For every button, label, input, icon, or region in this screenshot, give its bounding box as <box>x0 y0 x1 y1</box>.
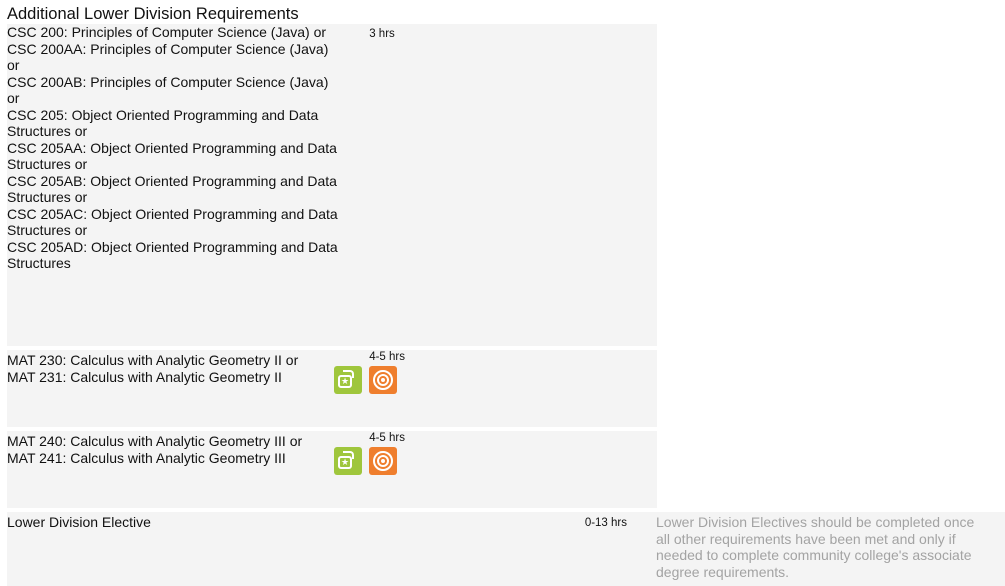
course-list: Lower Division Elective <box>7 514 342 531</box>
general-education-badge-icon[interactable]: ★ <box>334 447 362 475</box>
target-badge-icon[interactable] <box>369 366 397 394</box>
section-title: Additional Lower Division Requirements <box>7 5 299 23</box>
requirement-note: Lower Division Electives should be compl… <box>650 512 1005 586</box>
course-option: CSC 205AD: Object Oriented Programming a… <box>7 238 338 272</box>
course-option: CSC 205: Object Oriented Programming and… <box>7 106 319 140</box>
credit-hours: 3 hrs <box>369 28 395 40</box>
course-option: MAT 230: Calculus with Analytic Geometry… <box>7 352 299 368</box>
requirement-row: MAT 230: Calculus with Analytic Geometry… <box>7 350 657 427</box>
course-option: MAT 231: Calculus with Analytic Geometry… <box>7 368 282 385</box>
general-education-badge-icon[interactable]: ★ <box>334 366 362 394</box>
course-list: MAT 240: Calculus with Analytic Geometry… <box>7 433 337 466</box>
course-list: CSC 200: Principles of Computer Science … <box>7 24 342 272</box>
course-option: CSC 205AB: Object Oriented Programming a… <box>7 172 337 206</box>
credit-hours: 4-5 hrs <box>369 351 405 363</box>
requirement-row: Lower Division Elective 0-13 hrs <box>7 512 650 586</box>
course-option: CSC 200AB: Principles of Computer Scienc… <box>7 73 329 107</box>
course-option: MAT 241: Calculus with Analytic Geometry… <box>7 449 286 466</box>
course-option: MAT 240: Calculus with Analytic Geometry… <box>7 433 303 449</box>
course-list: MAT 230: Calculus with Analytic Geometry… <box>7 352 337 385</box>
course-option: CSC 200: Principles of Computer Science … <box>7 24 327 40</box>
requirement-row: CSC 200: Principles of Computer Science … <box>7 24 657 346</box>
course-option: CSC 205AA: Object Oriented Programming a… <box>7 139 337 173</box>
course-option: CSC 205AC: Object Oriented Programming a… <box>7 205 338 239</box>
requirement-row: MAT 240: Calculus with Analytic Geometry… <box>7 431 657 508</box>
target-badge-icon[interactable] <box>369 447 397 475</box>
course-option: CSC 200AA: Principles of Computer Scienc… <box>7 40 329 74</box>
credit-hours: 4-5 hrs <box>369 432 405 444</box>
credit-hours: 0-13 hrs <box>584 517 627 529</box>
course-option: Lower Division Elective <box>7 514 151 530</box>
note-text: Lower Division Electives should be compl… <box>656 514 975 580</box>
